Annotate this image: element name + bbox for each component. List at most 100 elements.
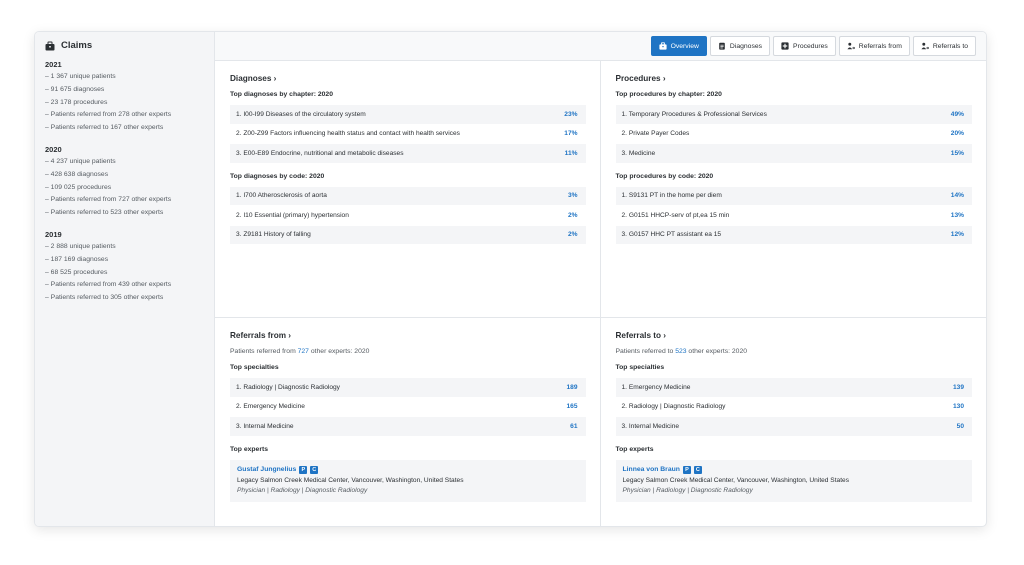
item-label: 2. Emergency Medicine [236, 403, 305, 411]
expert-location: Legacy Salmon Creek Medical Center, Vanc… [237, 476, 464, 484]
briefcase-icon [658, 42, 667, 50]
referrals-from-link[interactable]: Referrals from › [230, 331, 586, 340]
procedures-panel: Procedures › Top procedures by chapter: … [600, 61, 986, 318]
stat-line: – Patients referred from 727 other exper… [45, 196, 172, 204]
year-block-2021: 2021 – 1 367 unique patients – 91 675 di… [45, 60, 204, 135]
app-window: Claims 2021 – 1 367 unique patients – 91… [34, 31, 987, 527]
expert-name-link[interactable]: Gustaf Jungnelius [237, 466, 296, 473]
plus-square-icon [781, 42, 789, 50]
tab-label: Referrals to [932, 42, 968, 50]
procedures-link[interactable]: Procedures › [616, 74, 973, 83]
item-label: 3. Internal Medicine [621, 422, 680, 430]
stat-line: – 4 237 unique patients [45, 157, 116, 165]
tab-label: Overview [670, 42, 699, 50]
diagnoses-link[interactable]: Diagnoses › [230, 74, 586, 83]
note-text: other experts: 2020 [308, 348, 370, 355]
diagnoses-chapter-list: 1. I00-I99 Diseases of the circulatory s… [230, 105, 586, 163]
procedures-chapter-list: 1. Temporary Procedures & Professional S… [615, 105, 972, 163]
sidebar-title: Claims [45, 40, 204, 51]
stat-line: – Patients referred from 439 other exper… [45, 281, 172, 289]
item-value: 11% [564, 149, 578, 157]
expert-card: Linnea von Braun P C Legacy Salmon Creek… [615, 459, 972, 502]
claims-sidebar: Claims 2021 – 1 367 unique patients – 91… [35, 32, 215, 526]
referrals-to-panel: Referrals to › Patients referred to 523 … [601, 318, 987, 526]
item-label: 3. Internal Medicine [236, 422, 294, 430]
list-item: 3. Medicine 15% [615, 144, 972, 163]
experts-heading: Top experts [615, 445, 654, 453]
stat-line: – Patients referred to 523 other experts [45, 209, 164, 217]
list-item: 3. Z9181 History of falling 2% [230, 225, 586, 244]
year-heading: 2019 [45, 229, 62, 239]
item-value: 14% [950, 192, 964, 200]
tab-label: Diagnoses [729, 42, 763, 50]
item-value: 130 [952, 403, 964, 411]
item-label: 2. G0151 HHCP-serv of pt,ea 15 min [621, 211, 730, 219]
item-value: 2% [567, 231, 578, 239]
badge-c: C [693, 465, 702, 474]
list-item: 1. I00-I99 Diseases of the circulatory s… [230, 105, 586, 124]
main-content: Overview Diagnoses Procedures Referrals … [215, 32, 986, 526]
stat-line: – 23 178 procedures [45, 98, 108, 106]
expert-card: Gustaf Jungnelius P C Legacy Salmon Cree… [230, 459, 586, 502]
item-value: 20% [950, 130, 964, 138]
list-item: 3. E00-E89 Endocrine, nutritional and me… [230, 144, 586, 163]
stat-line: – Patients referred from 278 other exper… [45, 111, 172, 119]
item-value: 12% [950, 231, 964, 239]
item-value: 23% [564, 110, 578, 118]
sidebar-title-label: Claims [61, 40, 93, 51]
year-block-2019: 2019 – 2 888 unique patients – 187 169 d… [45, 230, 204, 305]
list-item: 2. Radiology | Diagnostic Radiology 130 [615, 397, 972, 416]
stat-line: – 109 025 procedures [45, 183, 112, 191]
specialties-list: 1. Radiology | Diagnostic Radiology 189 2… [230, 378, 586, 436]
referrals-from-note: Patients referred from 727 other experts… [230, 348, 586, 355]
list-item: 2. Private Payer Codes 20% [615, 124, 972, 143]
tab-referrals-from[interactable]: Referrals from [838, 36, 910, 56]
diagnoses-code-heading: Top diagnoses by code: 2020 [230, 172, 325, 180]
diagnoses-chapter-heading: Top diagnoses by chapter: 2020 [230, 91, 333, 98]
tab-diagnoses[interactable]: Diagnoses [709, 36, 771, 56]
list-item: 1. Radiology | Diagnostic Radiology 189 [230, 378, 586, 397]
item-label: 3. E00-E89 Endocrine, nutritional and me… [236, 149, 404, 157]
item-value: 49% [950, 110, 964, 118]
list-item: 3. Internal Medicine 50 [615, 417, 972, 436]
person-arrow-icon [921, 42, 929, 50]
item-label: 1. Radiology | Diagnostic Radiology [236, 383, 340, 391]
tab-referrals-to[interactable]: Referrals to [912, 36, 976, 56]
item-value: 50 [956, 422, 964, 430]
tab-overview[interactable]: Overview [650, 36, 707, 56]
diagnoses-code-list: 1. I700 Atherosclerosis of aorta 3% 2. I1… [230, 186, 586, 244]
tab-bar: Overview Diagnoses Procedures Referrals … [215, 32, 986, 61]
clipboard-icon [719, 42, 725, 50]
badge-p: P [299, 465, 308, 474]
item-value: 17% [564, 130, 578, 138]
stat-line: – 428 638 diagnoses [45, 170, 109, 178]
referrals-from-panel: Referrals from › Patients referred from … [215, 318, 601, 526]
list-item: 3. G0157 HHC PT assistant ea 15 12% [615, 225, 972, 244]
specialties-heading: Top specialties [230, 364, 279, 371]
referrals-to-link[interactable]: Referrals to › [616, 331, 973, 340]
stat-line: – Patients referred to 305 other experts [45, 294, 164, 302]
procedures-chapter-heading: Top procedures by chapter: 2020 [615, 91, 722, 98]
badge-c: C [310, 465, 319, 474]
expert-name-row: Linnea von Braun P C [623, 465, 966, 474]
person-arrow-icon [847, 42, 855, 50]
specialties-heading: Top specialties [615, 364, 665, 371]
list-item: 3. Internal Medicine 61 [230, 417, 586, 436]
procedures-code-list: 1. S9131 PT in the home per diem 14% 2. G… [615, 186, 972, 244]
expert-role: Physician | Radiology | Diagnostic Radio… [622, 486, 753, 494]
year-heading: 2021 [45, 60, 62, 69]
referrals-to-note: Patients referred to 523 other experts: … [616, 348, 973, 355]
procedures-code-heading: Top procedures by code: 2020 [615, 172, 714, 180]
item-label: 1. I700 Atherosclerosis of aorta [236, 192, 327, 200]
list-item: 1. S9131 PT in the home per diem 14% [615, 186, 972, 205]
expert-name-link[interactable]: Linnea von Braun [623, 466, 680, 473]
tab-procedures[interactable]: Procedures [773, 36, 836, 56]
expert-role: Physician | Radiology | Diagnostic Radio… [237, 486, 368, 494]
year-heading: 2020 [45, 144, 62, 154]
item-label: 3. Z9181 History of falling [236, 231, 311, 239]
item-value: 139 [952, 383, 964, 391]
expert-name-row: Gustaf Jungnelius P C [237, 465, 579, 474]
item-label: 2. Private Payer Codes [621, 130, 690, 138]
list-item: 1. I700 Atherosclerosis of aorta 3% [230, 186, 586, 205]
note-text: Patients referred to [615, 348, 676, 355]
